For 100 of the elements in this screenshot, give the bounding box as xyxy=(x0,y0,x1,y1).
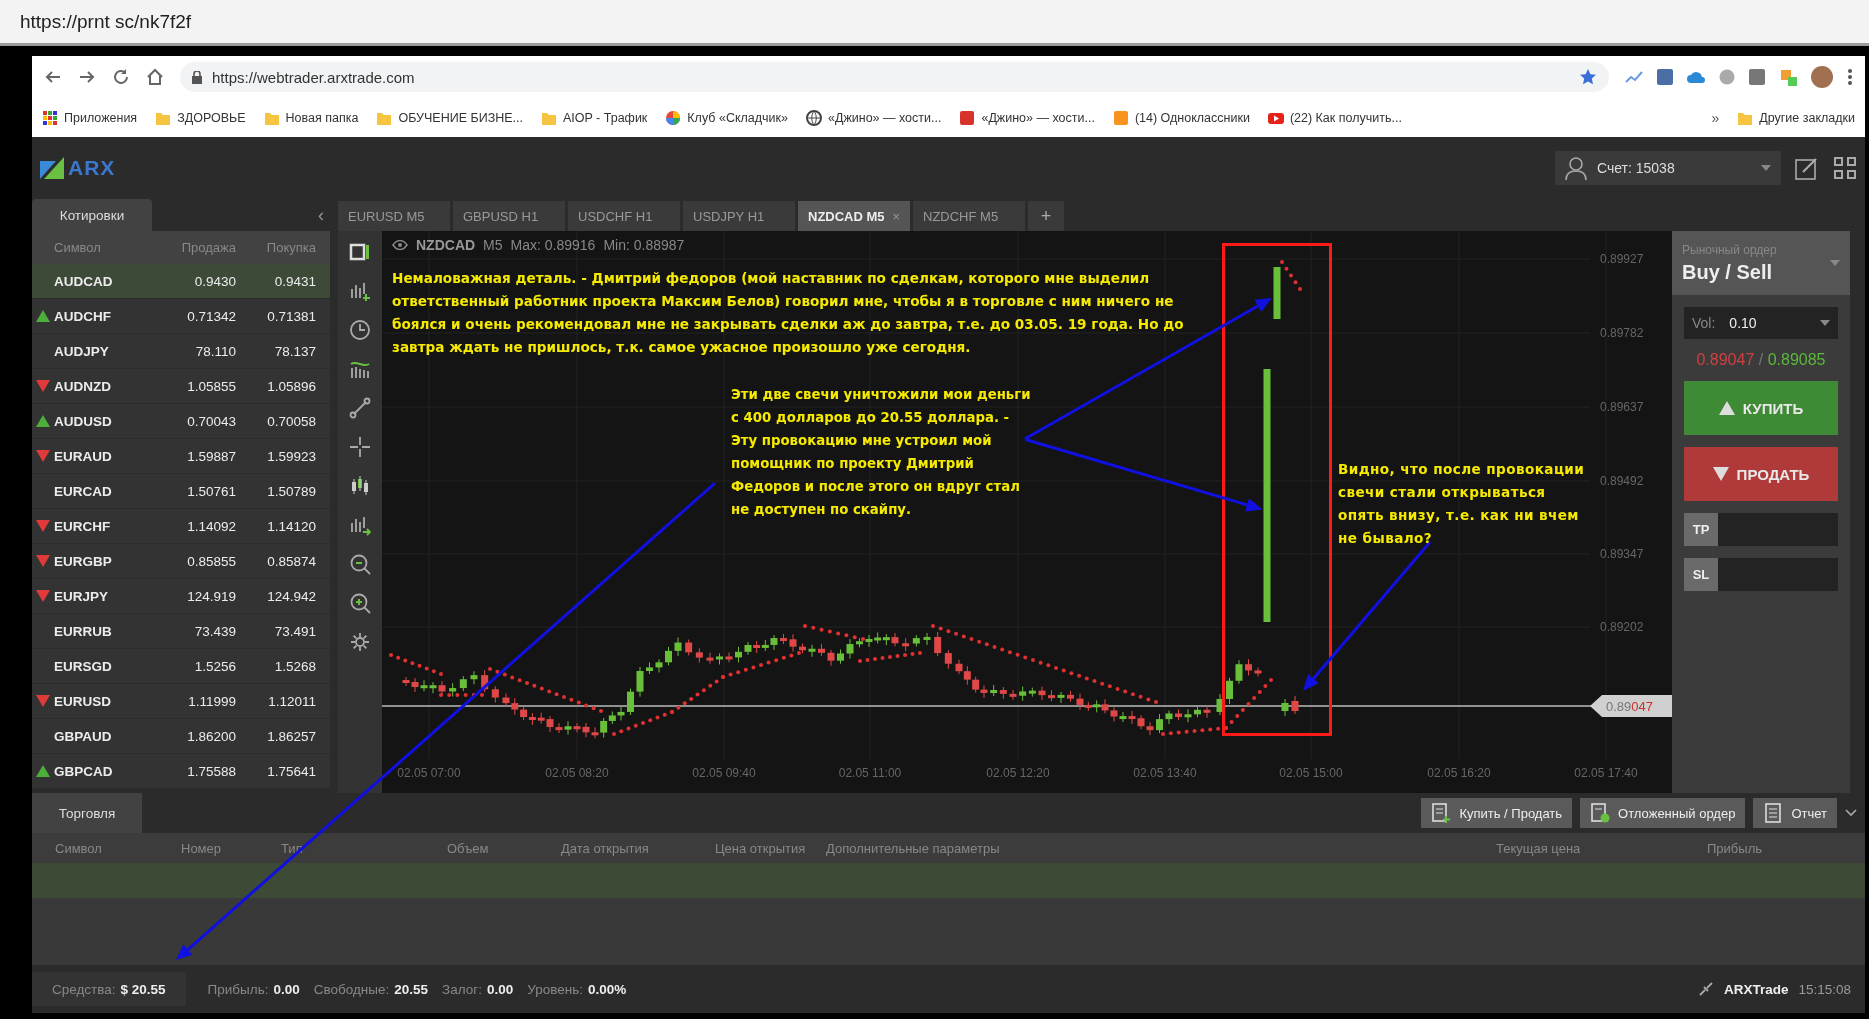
time-axis-label: 02.05 15:00 xyxy=(1279,766,1343,780)
volume-value: 0.10 xyxy=(1729,315,1758,331)
zoom-out-icon[interactable] xyxy=(349,553,371,575)
status-value: 0.00 xyxy=(273,981,300,997)
edit-icon[interactable] xyxy=(1795,156,1819,180)
time-axis-label: 02.05 12:20 xyxy=(986,766,1050,780)
bid-price: 0.89047 xyxy=(1696,351,1755,368)
caret-icon[interactable] xyxy=(1845,809,1857,817)
bookmark[interactable]: Другие закладки xyxy=(1737,109,1855,126)
bookmark[interactable]: Новая папка xyxy=(263,109,359,126)
trend-up-icon xyxy=(36,310,50,322)
buy-button[interactable]: КУПИТЬ xyxy=(1684,381,1838,435)
bookmark-label: ОБУЧЕНИЕ БИЗНЕ... xyxy=(398,110,523,125)
price-axis-label: 0.89637 xyxy=(1600,400,1644,414)
bookmark[interactable]: AIOP - Трафик xyxy=(541,109,648,126)
chart-tab[interactable]: EURUSD M5 xyxy=(338,201,450,231)
quote-row[interactable]: AUDNZD 1.05855 1.05896 xyxy=(32,369,330,404)
quote-row[interactable]: EURJPY 124.919 124.942 xyxy=(32,579,330,614)
quote-row[interactable]: AUDJPY 78.110 78.137 xyxy=(32,334,330,369)
symbol-text: EURSGD xyxy=(54,658,113,674)
document-clock-icon xyxy=(1590,803,1611,823)
bookmark-label: Другие закладки xyxy=(1759,110,1855,125)
time-axis-label: 02.05 11:00 xyxy=(838,766,902,780)
quote-row[interactable]: EURGBP 0.85855 0.85874 xyxy=(32,544,330,579)
quote-row[interactable]: EURSGD 1.5256 1.5268 xyxy=(32,649,330,684)
field-label: SL xyxy=(1684,558,1718,591)
buy-price: 78.137 xyxy=(273,343,316,359)
quote-row[interactable]: AUDUSD 0.70043 0.70058 xyxy=(32,404,330,439)
chart-tab[interactable]: NZDCHF M5 xyxy=(913,201,1025,231)
quote-row[interactable]: EURRUB 73.439 73.491 xyxy=(32,614,330,649)
chart-tab[interactable]: NZDCAD M5 × xyxy=(798,201,910,231)
quote-row[interactable]: EURUSD 1.11999 1.12011 xyxy=(32,684,330,719)
clock-icon[interactable] xyxy=(349,319,371,341)
trend-down-icon xyxy=(36,555,50,567)
price-separator: / xyxy=(1758,351,1764,368)
buy-price: 0.70058 xyxy=(266,413,316,429)
menu-icon[interactable] xyxy=(1847,68,1853,86)
zoom-in-icon[interactable] xyxy=(349,592,371,614)
bookmark[interactable]: ЗДОРОВЬЕ xyxy=(155,109,246,126)
bookmark[interactable]: ОБУЧЕНИЕ БИЗНЕ... xyxy=(376,109,523,126)
bookmark[interactable]: Приложения xyxy=(42,109,138,126)
eye-icon[interactable] xyxy=(392,240,408,250)
settings-icon[interactable] xyxy=(349,631,371,653)
quote-row[interactable]: GBPAUD 1.86200 1.86257 xyxy=(32,719,330,754)
layout-toggle-icon[interactable] xyxy=(349,241,371,263)
bookmark-label: Клуб «Складчик» xyxy=(687,110,788,125)
status-label: Залог: xyxy=(442,981,482,997)
star-icon[interactable] xyxy=(1579,68,1597,86)
chart-max: Max: 0.89916 xyxy=(510,237,596,253)
toolbar-button[interactable]: Отчет xyxy=(1753,798,1837,828)
bookmark[interactable]: Клуб «Складчик» xyxy=(665,109,788,126)
profile-avatar-icon[interactable] xyxy=(1811,66,1833,88)
bookmark[interactable]: «Джино» — хости... xyxy=(959,109,1095,126)
sell-price: 1.59887 xyxy=(186,448,236,464)
price-axis-label: 0.89202 xyxy=(1600,620,1644,634)
more-bookmarks-button[interactable]: » xyxy=(1711,109,1720,126)
volume-dropdown[interactable]: Vol: 0.10 xyxy=(1684,307,1838,339)
crosshair-icon[interactable] xyxy=(349,436,371,458)
social-site-icon xyxy=(1112,109,1129,126)
toolbar-button[interactable]: Купить / Продать xyxy=(1421,798,1573,828)
sell-button[interactable]: ПРОДАТЬ xyxy=(1684,447,1838,501)
collapse-button[interactable]: ‹ xyxy=(318,204,324,226)
address-bar[interactable]: https://webtrader.arxtrade.com xyxy=(180,62,1609,92)
bookmark-label: ЗДОРОВЬЕ xyxy=(177,110,246,125)
trading-tab[interactable]: Торговля xyxy=(32,793,142,833)
home-icon[interactable] xyxy=(146,68,164,86)
column-header: Номер xyxy=(181,840,222,856)
candles-icon[interactable] xyxy=(349,475,371,497)
add-indicator-icon[interactable] xyxy=(349,280,371,302)
quote-row[interactable]: EURAUD 1.59887 1.59923 xyxy=(32,439,330,474)
cloud-extension-icon[interactable] xyxy=(1687,69,1705,85)
account-dropdown[interactable]: Счет: 15038 xyxy=(1555,151,1781,185)
ask-price: 0.89085 xyxy=(1767,351,1826,368)
quote-row[interactable]: AUDCAD 0.9430 0.9431 xyxy=(32,264,330,299)
line-tool-icon[interactable] xyxy=(349,397,371,419)
toolbar-button[interactable]: Отложенный ордер xyxy=(1580,798,1746,828)
quote-row[interactable]: GBPCAD 1.75588 1.75641 xyxy=(32,754,330,789)
caret-icon xyxy=(1820,320,1830,326)
quotes-tab[interactable]: Котировки xyxy=(32,199,152,231)
bookmark[interactable]: (14) Одноклассники xyxy=(1112,109,1250,126)
chart-tab[interactable]: USDCHF H1 xyxy=(568,201,680,231)
reload-icon[interactable] xyxy=(112,68,130,86)
symbol-text: EURRUB xyxy=(54,623,113,639)
connection-icon xyxy=(1697,981,1714,997)
column-header: Символ xyxy=(53,240,102,255)
chart-type-icon[interactable] xyxy=(349,514,371,536)
grid-icon[interactable] xyxy=(1833,156,1857,180)
add-tab-button[interactable]: + xyxy=(1028,201,1064,231)
quote-row[interactable]: EURCHF 1.14092 1.14120 xyxy=(32,509,330,544)
buy-price: 0.9431 xyxy=(273,273,316,289)
quote-row[interactable]: EURCAD 1.50761 1.50789 xyxy=(32,474,330,509)
bookmark[interactable]: (22) Как получить... xyxy=(1267,109,1402,126)
chart-tab[interactable]: USDJPY H1 xyxy=(683,201,795,231)
quote-row[interactable]: AUDCHF 0.71342 0.71381 xyxy=(32,299,330,334)
take-profit-field[interactable]: TP xyxy=(1684,513,1838,546)
buy-price: 73.491 xyxy=(273,623,316,639)
chart-tab[interactable]: GBPUSD H1 xyxy=(453,201,565,231)
bookmark[interactable]: «Джино» — хости... xyxy=(806,109,942,126)
sell-price: 0.70043 xyxy=(186,413,236,429)
stop-loss-field[interactable]: SL xyxy=(1684,558,1838,591)
